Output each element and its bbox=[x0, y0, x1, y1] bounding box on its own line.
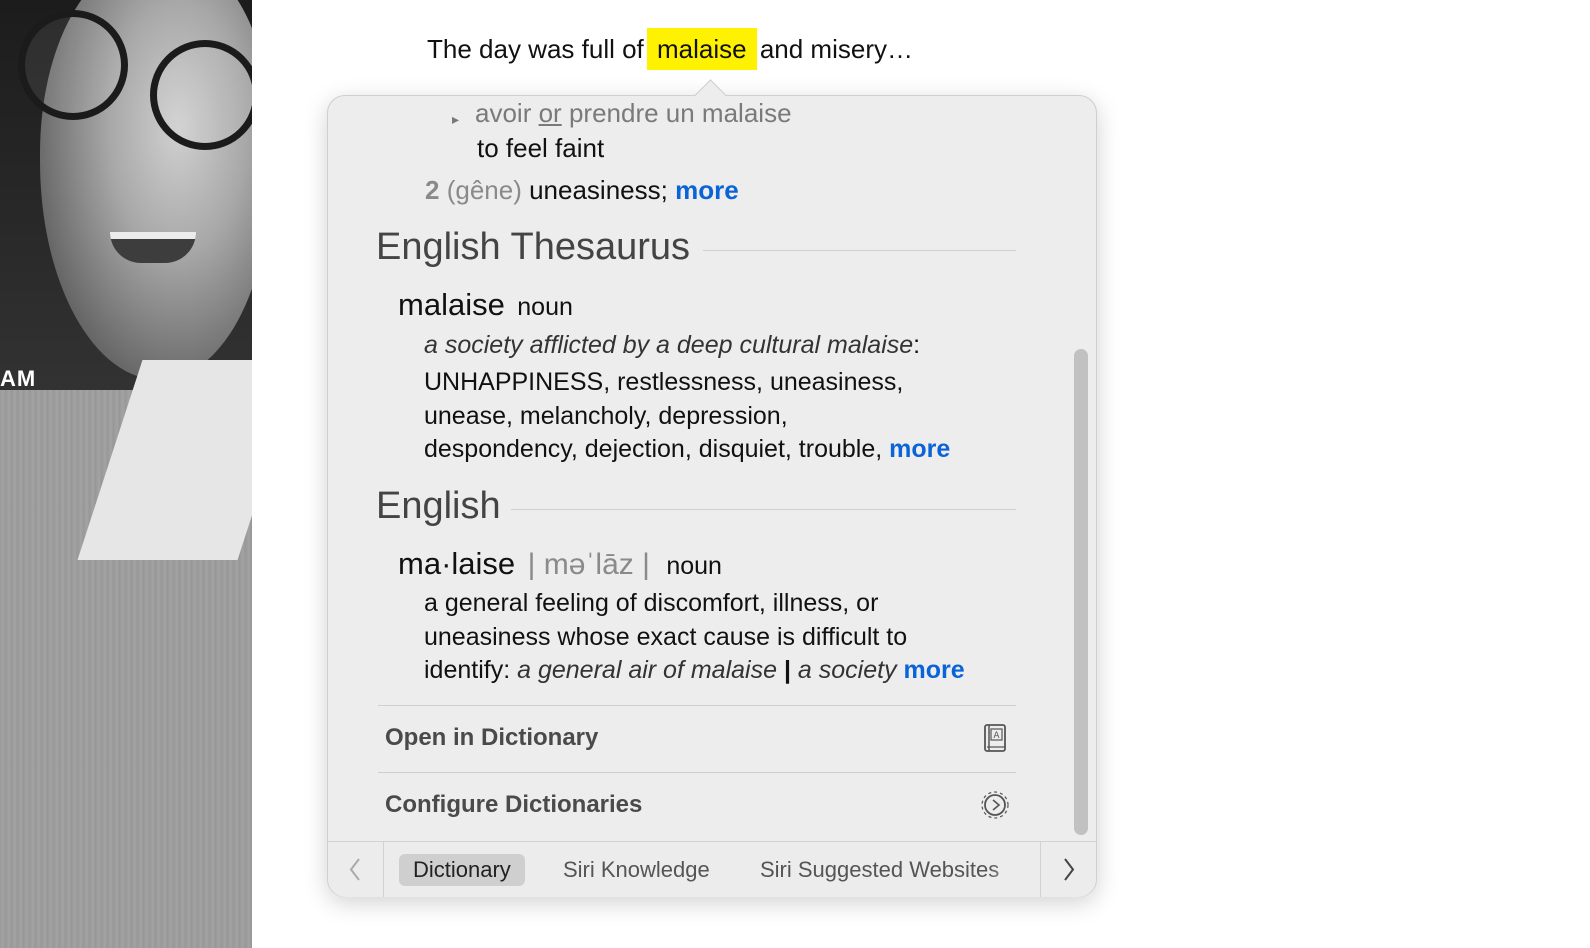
gear-icon bbox=[981, 791, 1009, 819]
tab-siri-suggested-websites[interactable]: Siri Suggested Websites bbox=[746, 854, 1013, 886]
glasses-left-lens bbox=[18, 10, 128, 120]
glasses-right-lens bbox=[150, 40, 252, 150]
english-definition-line3: identify: a general air of malaise | a s… bbox=[424, 653, 965, 687]
french-phrase-translation: to feel faint bbox=[477, 133, 605, 163]
chevron-left-icon bbox=[349, 858, 360, 881]
disclosure-triangle-icon[interactable]: ▸ bbox=[452, 111, 459, 128]
thesaurus-example-line: a society afflicted by a deep cultural m… bbox=[424, 328, 920, 362]
english-pos: noun bbox=[666, 552, 722, 580]
sentence-after: and misery… bbox=[752, 34, 913, 64]
thesaurus-main-synonym: UNHAPPINESS bbox=[424, 368, 604, 396]
tab-siri-knowledge[interactable]: Siri Knowledge bbox=[549, 854, 724, 886]
thesaurus-headword-line: malaise noun bbox=[398, 287, 573, 323]
thesaurus-line3-text: despondency, dejection, disquiet, troubl… bbox=[424, 435, 883, 463]
french-phrase-part1: avoir bbox=[475, 98, 532, 128]
english-more-link[interactable]: more bbox=[904, 656, 965, 684]
english-definition-line1: a general feeling of discomfort, illness… bbox=[424, 589, 879, 617]
english-example1: a general air of malaise bbox=[517, 656, 777, 684]
sense-gloss: (gêne) bbox=[446, 175, 522, 205]
chevron-right-icon bbox=[1064, 858, 1075, 881]
open-in-dictionary-label: Open in Dictionary bbox=[385, 724, 599, 751]
sense-word: uneasiness; bbox=[529, 175, 668, 205]
english-divider bbox=[511, 509, 1016, 510]
popover-content: ▸ avoir or prendre un malaise to feel fa… bbox=[328, 96, 1068, 841]
thesaurus-example-colon: : bbox=[913, 331, 921, 359]
english-section-title: English bbox=[376, 485, 501, 527]
open-in-dictionary-row[interactable]: Open in Dictionary A bbox=[378, 705, 1016, 772]
thesaurus-divider bbox=[703, 250, 1016, 251]
french-phrase-part2: prendre un malaise bbox=[568, 98, 792, 128]
svg-text:A: A bbox=[993, 731, 1000, 741]
english-definition-line2: uneasiness whose exact cause is difficul… bbox=[424, 623, 908, 651]
tab-overflow-fade bbox=[988, 843, 1038, 896]
photo-overlay-text: AM bbox=[0, 366, 37, 391]
french-phrase: avoir or prendre un malaise bbox=[475, 98, 792, 129]
french-sense-2: 2 (gêne) uneasiness; more bbox=[425, 175, 739, 206]
english-def-identify: identify: bbox=[424, 656, 511, 684]
tab-dictionary[interactable]: Dictionary bbox=[399, 854, 525, 886]
sense-number: 2 bbox=[425, 175, 440, 205]
next-source-button[interactable] bbox=[1040, 842, 1096, 897]
source-tab-bar: Dictionary Siri Knowledge Siri Suggested… bbox=[328, 841, 1096, 897]
english-headword: ma·laise bbox=[398, 546, 516, 581]
popover-scrollbar[interactable] bbox=[1074, 349, 1088, 835]
document-sentence: The day was full of malaise and misery… bbox=[427, 28, 913, 70]
thesaurus-synonyms-line3: despondency, dejection, disquiet, troubl… bbox=[424, 432, 950, 466]
english-example2: a society bbox=[797, 656, 897, 684]
french-phrase-or: or bbox=[538, 98, 562, 128]
thesaurus-line1-rest: , restlessness, uneasiness, bbox=[603, 368, 904, 396]
thesaurus-synonyms-line1: UNHAPPINESS, restlessness, uneasiness, bbox=[424, 365, 903, 399]
configure-dictionaries-row[interactable]: Configure Dictionaries bbox=[378, 772, 1016, 839]
thesaurus-pos: noun bbox=[517, 293, 573, 321]
thesaurus-example: a society afflicted by a deep cultural m… bbox=[424, 331, 914, 359]
english-headword-line: ma·laise | məˈlāz | noun bbox=[398, 546, 722, 582]
thesaurus-synonyms-line2: unease, melancholy, depression, bbox=[424, 402, 788, 430]
french-more-link[interactable]: more bbox=[675, 175, 739, 205]
dictionary-book-icon: A bbox=[984, 724, 1006, 752]
background-photo: AM bbox=[0, 0, 252, 948]
highlighted-word[interactable]: malaise bbox=[647, 28, 757, 70]
thesaurus-more-link[interactable]: more bbox=[889, 435, 950, 463]
previous-source-button[interactable] bbox=[328, 842, 384, 897]
english-separator: | bbox=[783, 656, 791, 684]
dictionary-popover: ▸ avoir or prendre un malaise to feel fa… bbox=[327, 79, 1097, 897]
english-pronunciation: | məˈlāz | bbox=[527, 548, 650, 581]
thesaurus-headword: malaise bbox=[398, 287, 505, 322]
thesaurus-section-title: English Thesaurus bbox=[376, 226, 691, 268]
sentence-before: The day was full of bbox=[427, 34, 651, 64]
configure-dictionaries-label: Configure Dictionaries bbox=[385, 791, 643, 818]
